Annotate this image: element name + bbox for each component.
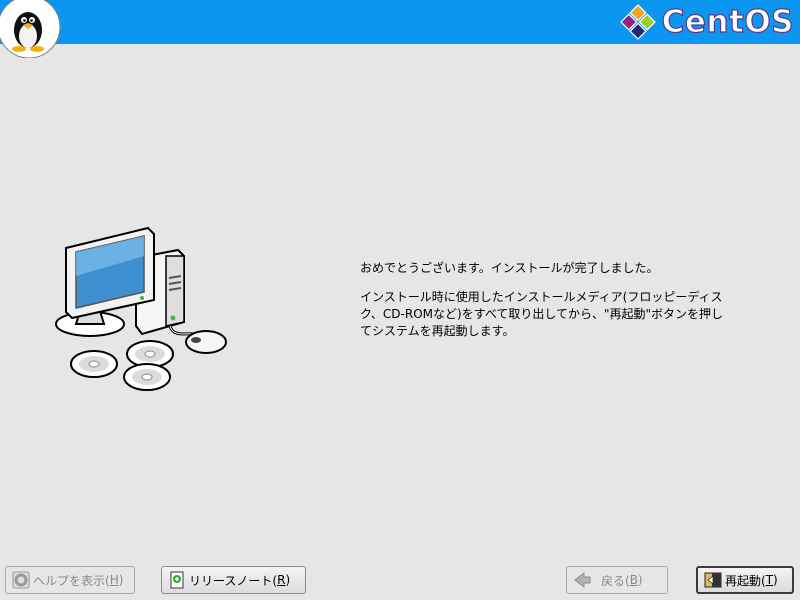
back-button-mnemonic: B bbox=[629, 573, 638, 587]
help-button-mnemonic: H bbox=[109, 573, 119, 587]
help-button[interactable]: ヘルプを表示(H) bbox=[5, 566, 135, 594]
completion-message: おめでとうございます。インストールが完了しました。 インストール時に使用したイン… bbox=[360, 260, 740, 340]
reboot-button-mnemonic: T bbox=[765, 573, 774, 587]
tux-penguin-icon bbox=[0, 0, 61, 58]
back-button[interactable]: 戻る(B) bbox=[566, 566, 668, 594]
centos-brand: CentOS bbox=[619, 3, 794, 41]
reboot-button-label: 再起動( bbox=[725, 573, 766, 588]
message-line-2: インストール時に使用したインストールメディア(フロッピーディスク、CD-ROMな… bbox=[360, 290, 724, 338]
back-button-label: 戻る( bbox=[601, 573, 630, 588]
release-notes-button-label: リリースノート( bbox=[189, 573, 278, 588]
message-line-1: おめでとうございます。インストールが完了しました。 bbox=[360, 261, 659, 275]
help-button-label: ヘルプを表示( bbox=[33, 573, 110, 588]
release-notes-button-mnemonic: R bbox=[277, 573, 286, 587]
release-notes-button-suffix: ) bbox=[285, 573, 291, 587]
back-button-suffix: ) bbox=[637, 573, 643, 587]
reboot-button-suffix: ) bbox=[773, 573, 778, 587]
reboot-button[interactable]: 再起動(T) bbox=[696, 566, 794, 594]
release-notes-icon bbox=[170, 571, 184, 589]
header-bar: CentOS bbox=[0, 0, 800, 44]
back-arrow-icon bbox=[574, 571, 591, 589]
reboot-icon bbox=[704, 572, 722, 588]
help-icon bbox=[12, 571, 30, 589]
release-notes-button[interactable]: リリースノート(R) bbox=[161, 566, 306, 594]
centos-logo-icon bbox=[619, 4, 656, 40]
help-button-suffix: ) bbox=[118, 573, 124, 587]
brand-name: CentOS bbox=[661, 3, 794, 40]
computer-with-discs-icon bbox=[55, 226, 227, 391]
